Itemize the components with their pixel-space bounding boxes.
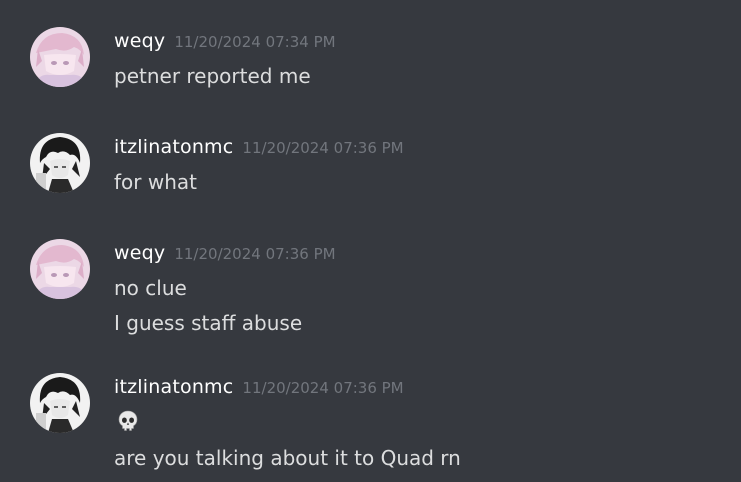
timestamp: 11/20/2024 07:36 PM bbox=[242, 379, 404, 397]
message-text: no clue bbox=[114, 276, 187, 300]
avatar-image bbox=[30, 373, 90, 433]
message-text: for what bbox=[114, 170, 197, 194]
username[interactable]: itzlinatonmc bbox=[114, 136, 233, 158]
message-header: itzlinatonmc 11/20/2024 07:36 PM bbox=[114, 136, 404, 162]
avatar-image bbox=[30, 239, 90, 299]
avatar[interactable] bbox=[30, 239, 90, 299]
avatar-image bbox=[30, 133, 90, 193]
message-header: weqy 11/20/2024 07:36 PM bbox=[114, 242, 336, 268]
avatar[interactable] bbox=[30, 373, 90, 433]
message-header: weqy 11/20/2024 07:34 PM bbox=[114, 30, 336, 56]
avatar[interactable] bbox=[30, 27, 90, 87]
timestamp: 11/20/2024 07:36 PM bbox=[174, 245, 336, 263]
username[interactable]: weqy bbox=[114, 242, 165, 264]
username[interactable]: itzlinatonmc bbox=[114, 376, 233, 398]
message-text: petner reported me bbox=[114, 64, 311, 88]
avatar[interactable] bbox=[30, 133, 90, 193]
message-header: itzlinatonmc 11/20/2024 07:36 PM bbox=[114, 376, 404, 402]
username[interactable]: weqy bbox=[114, 30, 165, 52]
timestamp: 11/20/2024 07:34 PM bbox=[174, 33, 336, 51]
message-text: I guess staff abuse bbox=[114, 311, 303, 335]
message-text: are you talking about it to Quad rn bbox=[114, 446, 461, 470]
timestamp: 11/20/2024 07:36 PM bbox=[242, 139, 404, 157]
skull-icon bbox=[116, 409, 140, 433]
avatar-image bbox=[30, 27, 90, 87]
